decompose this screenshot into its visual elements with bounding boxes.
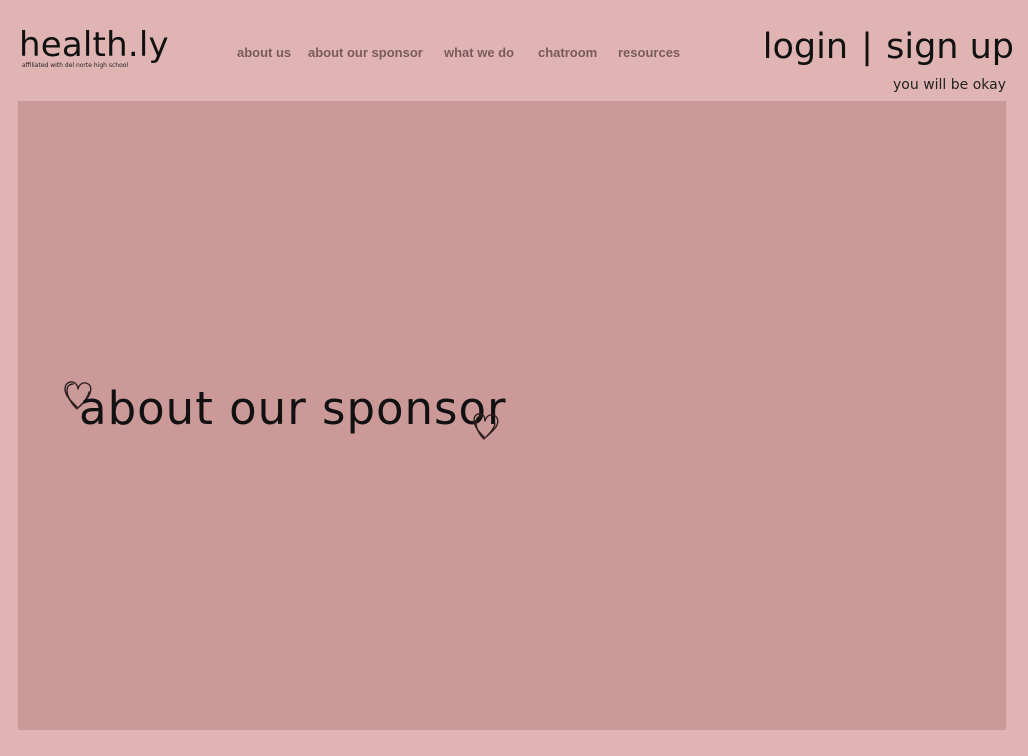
tagline: you will be okay (893, 77, 1006, 93)
nav-resources[interactable]: resources (618, 45, 680, 60)
login-link[interactable]: login (763, 27, 848, 67)
signup-link[interactable]: sign up (886, 27, 1014, 67)
hero-section: about our sponsor (18, 101, 1006, 730)
auth-links: login | sign up (763, 27, 1014, 67)
nav-chatroom[interactable]: chatroom (538, 45, 597, 60)
nav-what-we-do[interactable]: what we do (444, 45, 514, 60)
hero-heading: about our sponsor (79, 382, 507, 435)
auth-separator: | (861, 27, 873, 67)
site-logo[interactable]: health.ly affiliated with del norte high… (19, 27, 179, 69)
nav-about-us[interactable]: about us (237, 45, 291, 60)
nav-about-our-sponsor[interactable]: about our sponsor (308, 45, 423, 60)
heart-outline-icon (473, 413, 499, 440)
logo-title[interactable]: health.ly (19, 27, 179, 63)
